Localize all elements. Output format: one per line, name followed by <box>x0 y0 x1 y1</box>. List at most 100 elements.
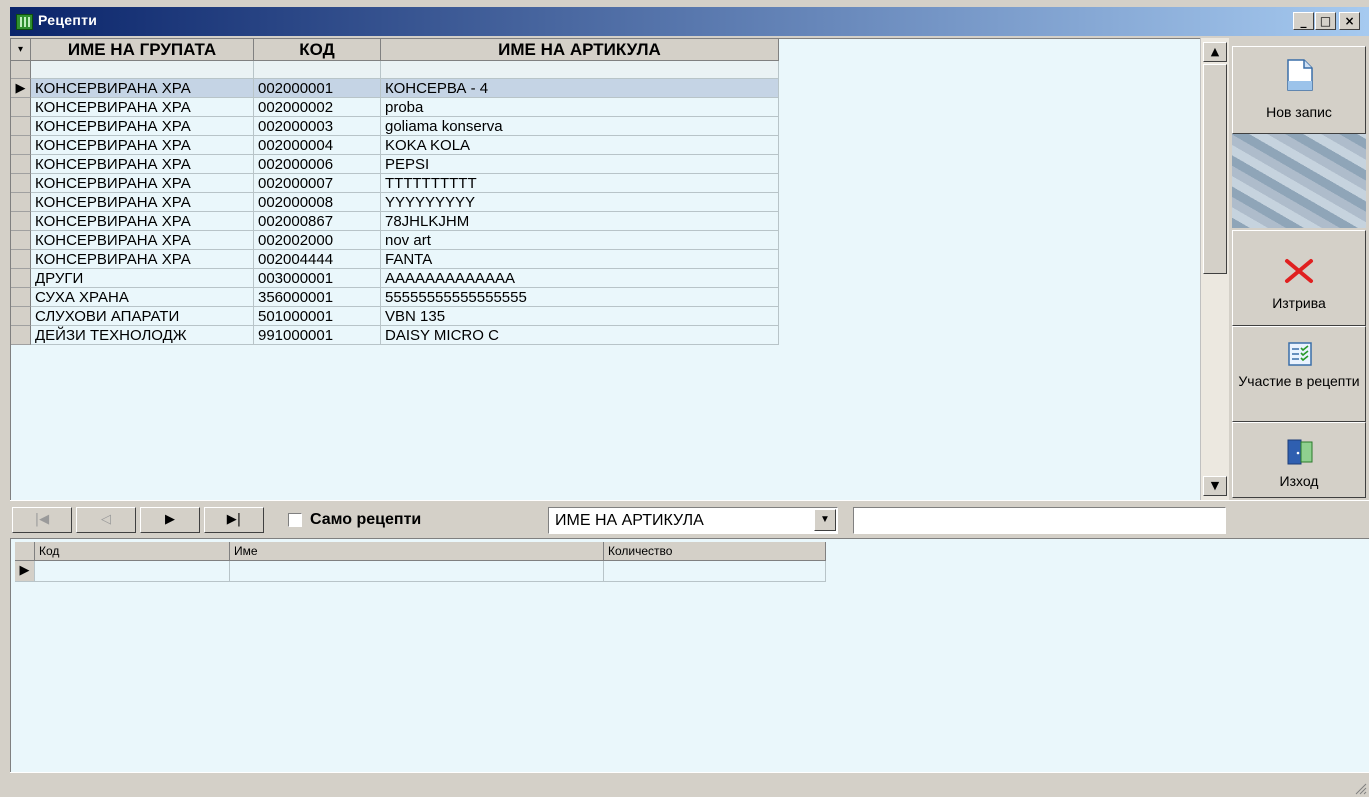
row-cell-group[interactable]: ДЕЙЗИ ТЕХНОЛОДЖ <box>31 326 254 345</box>
search-field-select[interactable]: ИМЕ НА АРТИКУЛА ▼ <box>548 507 838 534</box>
row-cell-code[interactable]: 002004444 <box>254 250 381 269</box>
row-cell-code[interactable]: 002000004 <box>254 136 381 155</box>
row-cell-group[interactable]: КОНСЕРВИРАНА ХРА <box>31 79 254 98</box>
row-cell-article[interactable]: PEPSI <box>381 155 779 174</box>
row-cell-article[interactable]: КОНСЕРВА - 4 <box>381 79 779 98</box>
row-cell-group[interactable]: СЛУХОВИ АПАРАТИ <box>31 307 254 326</box>
decorative-texture <box>1232 134 1366 228</box>
column-header-code[interactable]: КОД <box>254 39 381 61</box>
row-cell-code[interactable]: 002000008 <box>254 193 381 212</box>
only-recipes-label[interactable]: Само рецепти <box>310 511 421 529</box>
row-cell-article[interactable]: proba <box>381 98 779 117</box>
row-cell-article[interactable]: FANTA <box>381 250 779 269</box>
only-recipes-checkbox[interactable] <box>288 513 302 527</box>
new-record-label: Нов запис <box>1266 104 1332 120</box>
row-cell-code[interactable]: 002000867 <box>254 212 381 231</box>
row-cell-code[interactable]: 003000001 <box>254 269 381 288</box>
row-cell-code[interactable]: 002000001 <box>254 79 381 98</box>
row-cell-code[interactable]: 002000006 <box>254 155 381 174</box>
row-cell-code[interactable]: 002000007 <box>254 174 381 193</box>
row-cell-group[interactable]: КОНСЕРВИРАНА ХРА <box>31 136 254 155</box>
close-button[interactable]: × <box>1339 12 1360 30</box>
row-cell-group[interactable]: ДРУГИ <box>31 269 254 288</box>
row-cell-article[interactable]: AAAAAAAAAAAAA <box>381 269 779 288</box>
maximize-button[interactable]: □ <box>1315 12 1336 30</box>
row-indicator[interactable] <box>11 288 31 307</box>
filter-cell-article[interactable] <box>381 61 779 79</box>
exit-button[interactable]: Изход <box>1232 422 1366 498</box>
row-cell-group[interactable]: КОНСЕРВИРАНА ХРА <box>31 250 254 269</box>
dropdown-arrow-icon[interactable]: ▼ <box>814 509 836 531</box>
grid-menu-icon[interactable]: ▾ <box>11 39 31 61</box>
row-indicator[interactable] <box>11 136 31 155</box>
row-cell-article[interactable]: goliama konserva <box>381 117 779 136</box>
row-cell-group[interactable]: КОНСЕРВИРАНА ХРА <box>31 117 254 136</box>
detail-row-indicator-icon: ▶ <box>15 561 35 582</box>
articles-grid[interactable]: ▾ ИМЕ НА ГРУПАТА КОД ИМЕ НА АРТИКУЛА ▶ КО… <box>10 38 1201 501</box>
row-cell-group[interactable]: КОНСЕРВИРАНА ХРА <box>31 98 254 117</box>
row-cell-group[interactable]: КОНСЕРВИРАНА ХРА <box>31 193 254 212</box>
detail-column-quantity[interactable]: Количество <box>604 542 826 561</box>
column-header-group[interactable]: ИМЕ НА ГРУПАТА <box>31 39 254 61</box>
row-cell-article[interactable]: nov art <box>381 231 779 250</box>
prev-record-button[interactable]: ◁ <box>76 507 136 533</box>
row-cell-article[interactable]: KOKA KOLA <box>381 136 779 155</box>
detail-cell-name[interactable] <box>230 561 604 582</box>
filter-cell-group[interactable] <box>31 61 254 79</box>
row-cell-article[interactable]: DAISY MICRO C <box>381 326 779 345</box>
recipes-participation-label: Участие в рецепти <box>1238 373 1360 389</box>
row-cell-code[interactable]: 002000003 <box>254 117 381 136</box>
minimize-button[interactable]: _ <box>1293 12 1314 30</box>
new-record-button[interactable]: Нов запис <box>1232 46 1366 134</box>
row-cell-group[interactable]: КОНСЕРВИРАНА ХРА <box>31 155 254 174</box>
last-record-button[interactable]: ▶| <box>204 507 264 533</box>
filter-cell-code[interactable] <box>254 61 381 79</box>
first-record-button[interactable]: |◀ <box>12 507 72 533</box>
window-title: Рецепти <box>38 12 98 28</box>
resize-grip-icon[interactable] <box>1353 781 1367 795</box>
recipes-window: Рецепти _ □ × ▾ ИМЕ НА ГРУПАТА КОД ИМЕ Н… <box>0 0 1369 797</box>
row-indicator[interactable] <box>11 269 31 288</box>
row-indicator[interactable] <box>11 117 31 136</box>
scroll-thumb[interactable] <box>1203 64 1227 274</box>
row-cell-article[interactable]: 78JHLKJHM <box>381 212 779 231</box>
row-cell-article[interactable]: TTTTTTTTTT <box>381 174 779 193</box>
detail-column-name[interactable]: Име <box>230 542 604 561</box>
grid-scrollbar[interactable]: ▲ ▼ <box>1200 38 1229 500</box>
row-cell-article[interactable]: 55555555555555555 <box>381 288 779 307</box>
row-cell-group[interactable]: СУХА ХРАНА <box>31 288 254 307</box>
row-indicator[interactable] <box>11 326 31 345</box>
detail-cell-quantity[interactable] <box>604 561 826 582</box>
row-cell-article[interactable]: YYYYYYYYY <box>381 193 779 212</box>
search-input[interactable] <box>853 507 1226 534</box>
next-record-button[interactable]: ▶ <box>140 507 200 533</box>
scroll-up-arrow-icon[interactable]: ▲ <box>1203 42 1227 62</box>
column-header-article[interactable]: ИМЕ НА АРТИКУЛА <box>381 39 779 61</box>
recipes-participation-button[interactable]: Участие в рецепти <box>1232 326 1366 422</box>
row-cell-code[interactable]: 002002000 <box>254 231 381 250</box>
detail-cell-code[interactable] <box>35 561 230 582</box>
current-row-indicator-icon[interactable]: ▶ <box>11 79 31 98</box>
row-cell-code[interactable]: 002000002 <box>254 98 381 117</box>
recipe-details-grid[interactable]: Код Име Количество ▶ <box>10 538 1369 772</box>
row-cell-group[interactable]: КОНСЕРВИРАНА ХРА <box>31 174 254 193</box>
exit-door-icon <box>1287 439 1313 465</box>
row-cell-article[interactable]: VBN 135 <box>381 307 779 326</box>
title-bar[interactable]: Рецепти _ □ × <box>10 7 1369 36</box>
row-indicator[interactable] <box>11 193 31 212</box>
row-indicator[interactable] <box>11 250 31 269</box>
row-indicator[interactable] <box>11 155 31 174</box>
delete-button[interactable]: Изтрива <box>1232 230 1366 326</box>
row-indicator[interactable] <box>11 212 31 231</box>
row-cell-code[interactable]: 356000001 <box>254 288 381 307</box>
scroll-down-arrow-icon[interactable]: ▼ <box>1203 476 1227 496</box>
row-indicator[interactable] <box>11 98 31 117</box>
row-cell-group[interactable]: КОНСЕРВИРАНА ХРА <box>31 212 254 231</box>
row-indicator[interactable] <box>11 307 31 326</box>
row-indicator[interactable] <box>11 231 31 250</box>
row-cell-group[interactable]: КОНСЕРВИРАНА ХРА <box>31 231 254 250</box>
detail-column-code[interactable]: Код <box>35 542 230 561</box>
row-cell-code[interactable]: 501000001 <box>254 307 381 326</box>
row-indicator[interactable] <box>11 174 31 193</box>
row-cell-code[interactable]: 991000001 <box>254 326 381 345</box>
